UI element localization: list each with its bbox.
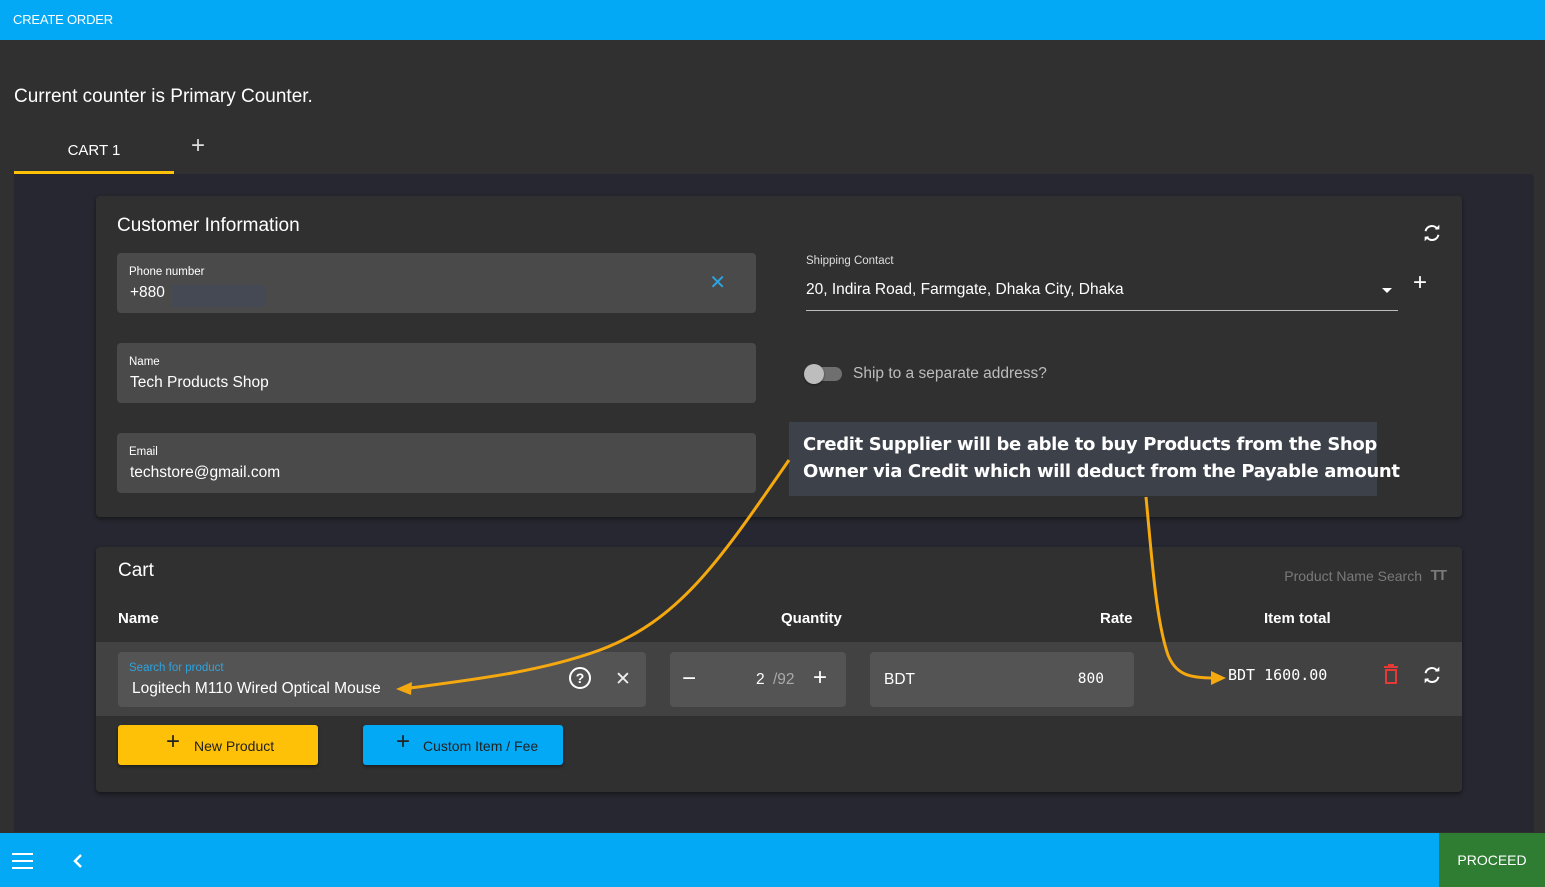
shipping-contact-label: Shipping Contact xyxy=(806,255,894,267)
quantity-stepper: − 2 /92 + xyxy=(670,652,846,707)
increase-quantity-button[interactable]: + xyxy=(813,664,827,692)
toggle-knob xyxy=(804,364,824,384)
rate-currency: BDT xyxy=(884,671,915,688)
column-header-rate: Rate xyxy=(1100,610,1133,627)
proceed-button[interactable]: PROCEED xyxy=(1439,833,1545,887)
help-icon[interactable]: ? xyxy=(569,667,591,689)
new-product-label: New Product xyxy=(194,738,275,754)
add-cart-tab-button[interactable]: + xyxy=(188,134,208,158)
search-mode-label[interactable]: Product Name Search xyxy=(1284,568,1422,584)
clear-phone-icon[interactable]: ✕ xyxy=(709,270,726,295)
customer-info-title: Customer Information xyxy=(117,215,300,236)
callout-line-2: Owner via Credit which will deduct from … xyxy=(803,461,1400,482)
name-field[interactable]: Name Tech Products Shop xyxy=(117,343,756,403)
decrease-quantity-button[interactable]: − xyxy=(682,665,696,693)
shipping-contact-select[interactable]: 20, Indira Road, Farmgate, Dhaka City, D… xyxy=(806,278,1398,311)
shipping-contact-value: 20, Indira Road, Farmgate, Dhaka City, D… xyxy=(806,281,1124,298)
counter-status: Current counter is Primary Counter. xyxy=(14,86,313,107)
rate-field[interactable]: BDT 800 xyxy=(870,652,1134,707)
email-field[interactable]: Email techstore@gmail.com xyxy=(117,433,756,493)
phone-field[interactable]: Phone number +880 ✕ xyxy=(117,253,756,313)
email-value: techstore@gmail.com xyxy=(130,464,281,481)
tab-cart-1[interactable]: CART 1 xyxy=(14,128,174,174)
item-total-value: BDT 1600.00 xyxy=(1228,666,1328,684)
cart-title: Cart xyxy=(118,560,154,581)
ship-separate-label: Ship to a separate address? xyxy=(853,365,1047,382)
refresh-item-icon[interactable] xyxy=(1421,664,1443,686)
refresh-icon[interactable] xyxy=(1421,222,1443,244)
name-label: Name xyxy=(129,356,160,368)
column-header-quantity: Quantity xyxy=(781,610,842,627)
page-title: CREATE ORDER xyxy=(13,12,113,27)
plus-icon: + xyxy=(166,728,181,755)
name-value: Tech Products Shop xyxy=(130,374,269,391)
column-header-name: Name xyxy=(118,610,159,627)
ship-separate-toggle[interactable] xyxy=(804,364,842,384)
phone-redaction xyxy=(171,285,265,307)
delete-item-icon[interactable] xyxy=(1384,664,1398,684)
quantity-value[interactable]: 2 xyxy=(756,671,765,689)
product-search-label: Search for product xyxy=(129,662,224,674)
chevron-down-icon xyxy=(1382,288,1392,293)
callout-line-1: Credit Supplier will be able to buy Prod… xyxy=(803,434,1377,455)
plus-icon: + xyxy=(396,728,411,755)
app-header: CREATE ORDER xyxy=(0,0,1545,40)
stock-available: /92 xyxy=(773,671,795,688)
custom-item-button[interactable]: + Custom Item / Fee xyxy=(363,725,563,765)
product-search-field[interactable]: Search for product Logitech M110 Wired O… xyxy=(118,652,646,707)
phone-label: Phone number xyxy=(129,266,205,278)
clear-product-icon[interactable]: ✕ xyxy=(615,668,631,691)
rate-value: 800 xyxy=(1077,671,1104,687)
annotation-callout: Credit Supplier will be able to buy Prod… xyxy=(789,422,1400,496)
add-shipping-contact-icon[interactable]: + xyxy=(1413,271,1427,295)
cart-card: Cart Product Name Search TT Name Quantit… xyxy=(96,547,1462,792)
column-header-item-total: Item total xyxy=(1264,610,1331,627)
bottom-toolbar: PROCEED xyxy=(0,833,1545,887)
custom-item-label: Custom Item / Fee xyxy=(423,738,539,754)
phone-value: +880 xyxy=(130,284,165,301)
back-icon[interactable] xyxy=(72,853,84,869)
cart-item-row: Search for product Logitech M110 Wired O… xyxy=(96,642,1462,716)
menu-icon[interactable] xyxy=(12,853,33,869)
email-label: Email xyxy=(129,446,158,458)
product-name: Logitech M110 Wired Optical Mouse xyxy=(132,680,381,697)
text-size-icon[interactable]: TT xyxy=(1431,567,1447,584)
new-product-button[interactable]: + New Product xyxy=(118,725,318,765)
